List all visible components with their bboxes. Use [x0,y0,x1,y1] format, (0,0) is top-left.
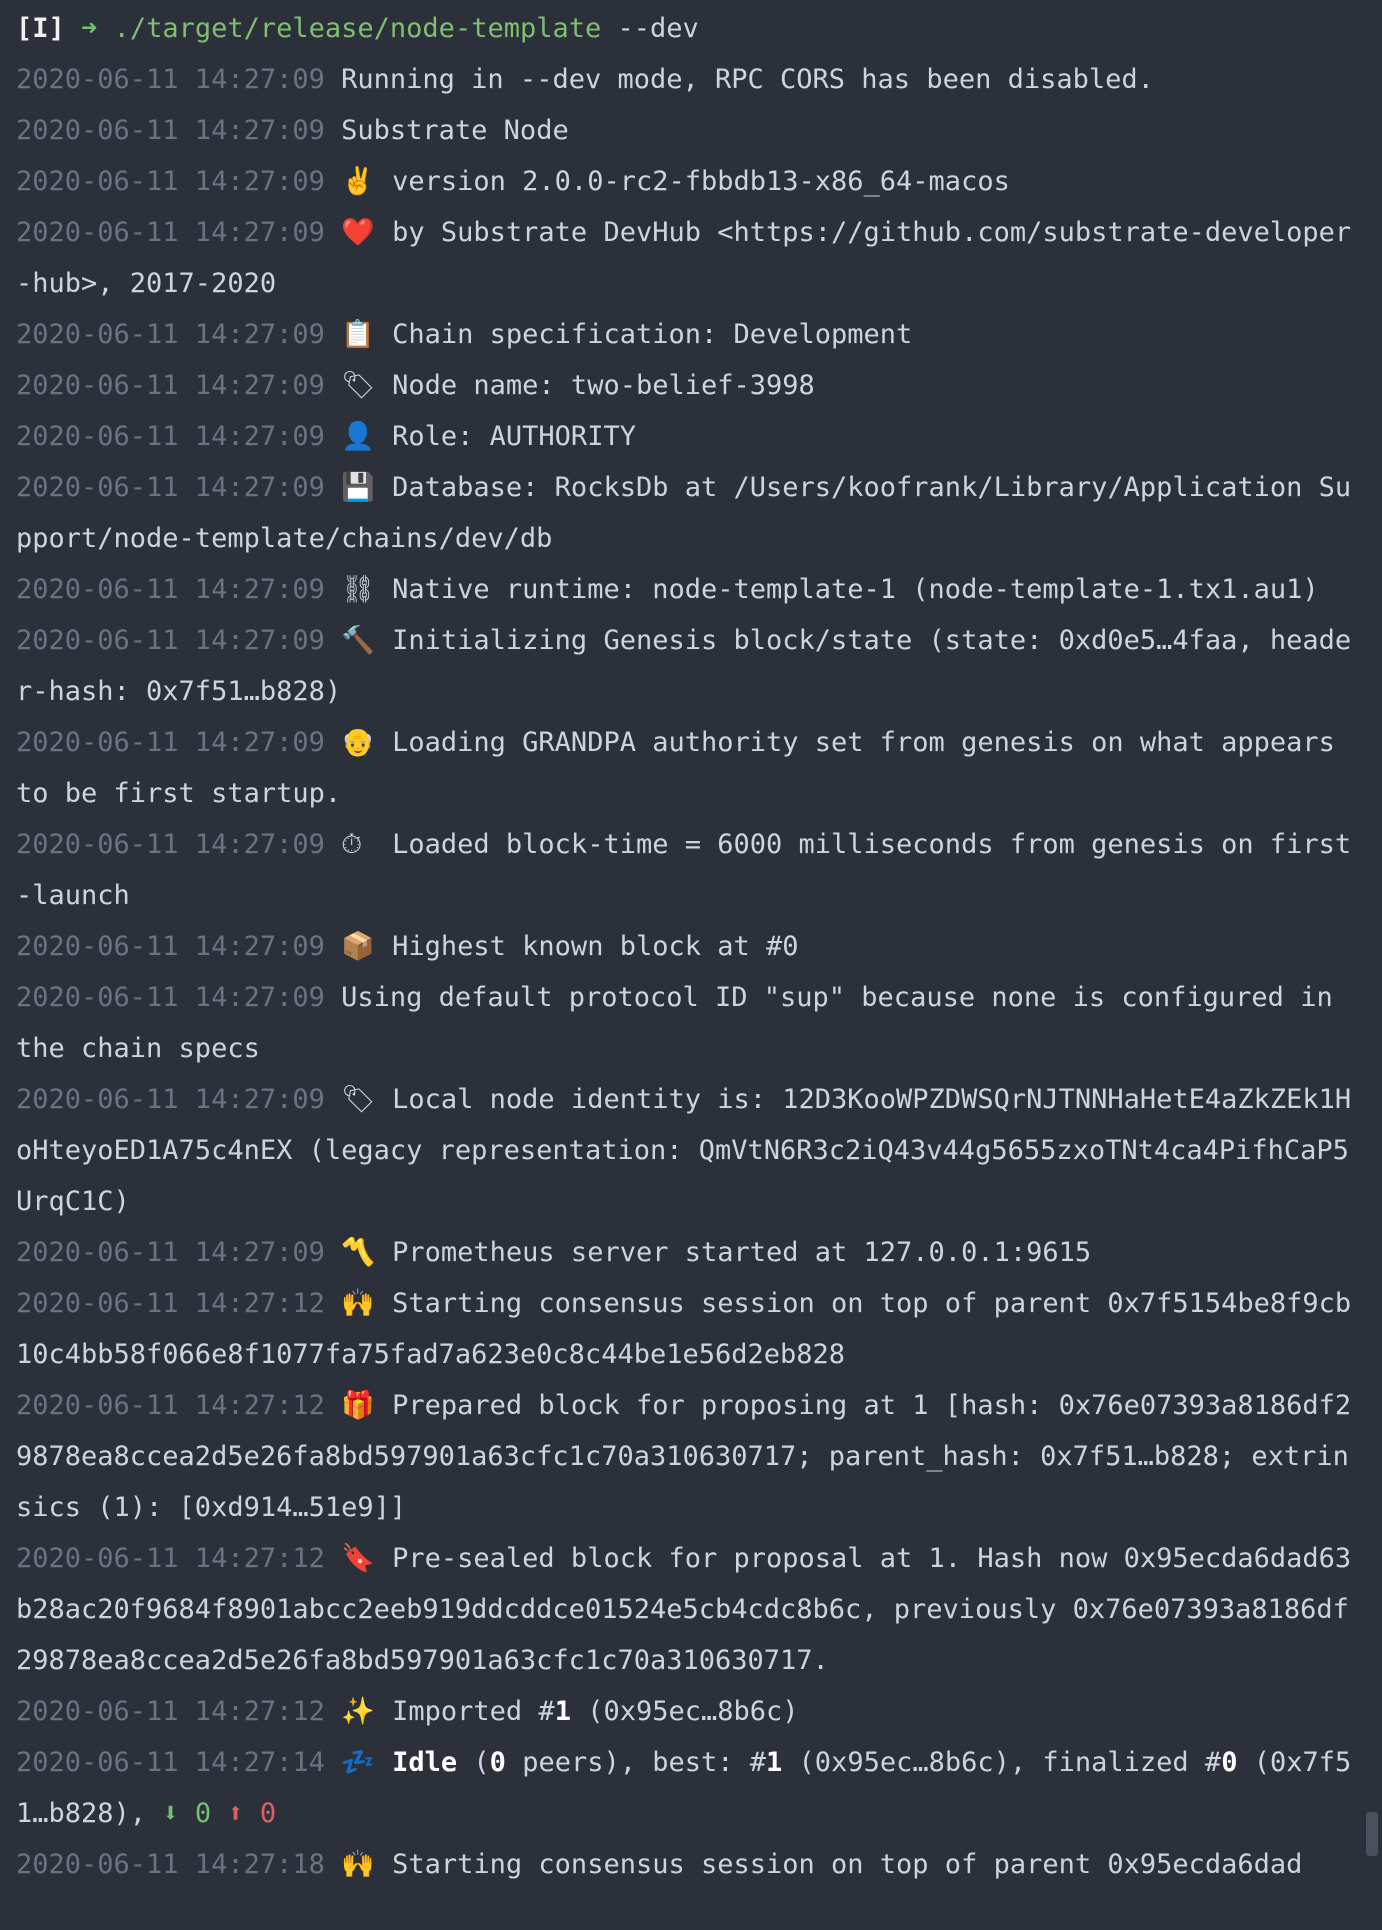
log-line: 2020-06-11 14:27:09 Substrate Node [16,105,1360,156]
best-block: 1 [766,1747,783,1778]
bookmark-icon: 🔖 [341,1543,375,1574]
log-line: 2020-06-11 14:27:09 Running in --dev mod… [16,54,1360,105]
log-timestamp: 2020-06-11 14:27:09 [16,472,325,503]
log-timestamp: 2020-06-11 14:27:09 [16,319,325,350]
victory-hand-icon: ✌️ [341,166,375,197]
log-output: 2020-06-11 14:27:09 Running in --dev mod… [16,54,1360,1686]
log-timestamp: 2020-06-11 14:27:09 [16,115,325,146]
log-line: 2020-06-11 14:27:09 👴 Loading GRANDPA aut… [16,717,1360,819]
stopwatch-icon: ⏱ [341,829,363,860]
log-text: Starting consensus session on top of par… [392,1849,1303,1880]
log-line: 2020-06-11 14:27:09 ❤️ by Substrate DevHu… [16,207,1360,309]
log-line-last: 2020-06-11 14:27:18 🙌 Starting consensus … [16,1839,1360,1890]
old-man-icon: 👴 [341,727,375,758]
log-timestamp: 2020-06-11 14:27:09 [16,574,325,605]
log-text: Role: AUTHORITY [392,421,636,452]
hammer-icon: 🔨 [341,625,375,656]
log-timestamp: 2020-06-11 14:27:09 [16,217,325,248]
log-line: 2020-06-11 14:27:09 🏷 Local node identity… [16,1074,1360,1227]
log-timestamp: 2020-06-11 14:27:09 [16,982,325,1013]
command-prompt: [I] ➜ ./target/release/node-template --d… [16,3,1360,54]
log-line: 2020-06-11 14:27:09 📋 Chain specification… [16,309,1360,360]
sparkles-icon: ✨ [341,1696,375,1727]
sleeping-icon: 💤 [341,1747,375,1778]
log-text: Node name: two-belief-3998 [392,370,815,401]
scrollbar-thumb[interactable] [1366,1812,1378,1856]
log-line: 2020-06-11 14:27:09 🔨 Initializing Genesi… [16,615,1360,717]
block-number: 1 [554,1696,571,1727]
log-text: (0x95ec…8b6c) [570,1696,799,1727]
log-text: Prometheus server started at 127.0.0.1:9… [392,1237,1092,1268]
shell-mode-indicator: [I] [16,13,65,44]
log-line: 2020-06-11 14:27:12 🎁 Prepared block for … [16,1380,1360,1533]
log-timestamp: 2020-06-11 14:27:14 [16,1747,325,1778]
log-timestamp: 2020-06-11 14:27:18 [16,1849,325,1880]
part-alternation-mark-icon: 〽️ [341,1237,375,1268]
download-arrow-icon: ⬇ [162,1798,179,1829]
user-icon: 👤 [341,421,375,452]
log-line: 2020-06-11 14:27:09 📦 Highest known block… [16,921,1360,972]
log-text: Substrate Node [341,115,569,146]
log-line: 2020-06-11 14:27:09 ✌️ version 2.0.0-rc2-… [16,156,1360,207]
finalized-block: 0 [1221,1747,1238,1778]
download-rate: 0 [194,1798,212,1829]
floppy-disk-icon: 💾 [341,472,375,503]
log-timestamp: 2020-06-11 14:27:09 [16,829,325,860]
log-line: 2020-06-11 14:27:09 💾 Database: RocksDb a… [16,462,1360,564]
log-timestamp: 2020-06-11 14:27:12 [16,1543,325,1574]
terminal-window: [I] ➜ ./target/release/node-template --d… [0,0,1382,1930]
log-line: 2020-06-11 14:27:09 ⛓ Native runtime: nod… [16,564,1360,615]
raising-hands-icon: 🙌 [341,1288,375,1319]
idle-label: Idle [392,1747,458,1778]
label-tag-icon: 🏷 [341,370,376,401]
gift-icon: 🎁 [341,1390,375,1421]
log-timestamp: 2020-06-11 14:27:09 [16,727,325,758]
log-line: 2020-06-11 14:27:09 👤 Role: AUTHORITY [16,411,1360,462]
log-timestamp: 2020-06-11 14:27:09 [16,421,325,452]
log-text: ( [457,1747,490,1778]
log-timestamp: 2020-06-11 14:27:12 [16,1390,325,1421]
prompt-arrow-icon: ➜ [81,13,98,44]
log-line: 2020-06-11 14:27:09 ⏱ Loaded block-time =… [16,819,1360,921]
log-text: version 2.0.0-rc2-fbbdb13-x86_64-macos [392,166,1010,197]
log-line-idle: 2020-06-11 14:27:14 💤 Idle (0 peers), bes… [16,1737,1360,1839]
log-line: 2020-06-11 14:27:12 🔖 Pre-sealed block fo… [16,1533,1360,1686]
upload-rate: 0 [259,1798,277,1829]
log-line: 2020-06-11 14:27:09 Using default protoc… [16,972,1360,1074]
log-text: Chain specification: Development [392,319,913,350]
log-timestamp: 2020-06-11 14:27:09 [16,1237,325,1268]
chains-icon: ⛓ [341,574,376,605]
label-tag-icon: 🏷 [341,1084,376,1115]
package-icon: 📦 [341,931,375,962]
log-timestamp: 2020-06-11 14:27:12 [16,1288,325,1319]
log-text: peers), best: # [505,1747,767,1778]
clipboard-icon: 📋 [341,319,375,350]
command-args: --dev [617,13,699,44]
heart-icon: ❤️ [341,217,375,248]
log-line: 2020-06-11 14:27:09 〽️ Prometheus server … [16,1227,1360,1278]
log-timestamp: 2020-06-11 14:27:09 [16,931,325,962]
log-line-imported: 2020-06-11 14:27:12 ✨ Imported #1 (0x95ec… [16,1686,1360,1737]
log-text: Imported # [392,1696,555,1727]
log-text: Native runtime: node-template-1 (node-te… [392,574,1319,605]
log-timestamp: 2020-06-11 14:27:09 [16,370,325,401]
log-timestamp: 2020-06-11 14:27:09 [16,1084,325,1115]
log-timestamp: 2020-06-11 14:27:09 [16,64,325,95]
command-path: ./target/release/node-template [113,13,602,44]
log-timestamp: 2020-06-11 14:27:12 [16,1696,325,1727]
raising-hands-icon: 🙌 [341,1849,375,1880]
log-timestamp: 2020-06-11 14:27:09 [16,625,325,656]
log-text: (0x95ec…8b6c), finalized # [782,1747,1222,1778]
peer-count: 0 [489,1747,506,1778]
log-line: 2020-06-11 14:27:12 🙌 Starting consensus … [16,1278,1360,1380]
log-timestamp: 2020-06-11 14:27:09 [16,166,325,197]
log-text: Running in --dev mode, RPC CORS has been… [341,64,1154,95]
log-line: 2020-06-11 14:27:09 🏷 Node name: two-beli… [16,360,1360,411]
log-text: Highest known block at #0 [392,931,799,962]
upload-arrow-icon: ⬆ [227,1798,244,1829]
